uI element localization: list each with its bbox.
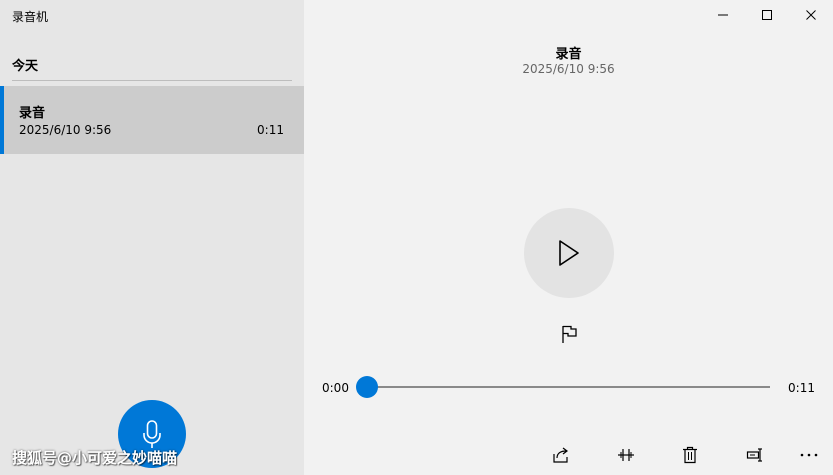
minimize-button[interactable]	[701, 0, 745, 30]
play-button[interactable]	[524, 208, 614, 298]
trim-button[interactable]	[615, 444, 637, 466]
trim-icon	[618, 449, 634, 461]
rename-button[interactable]	[744, 444, 766, 466]
close-button[interactable]	[789, 0, 833, 30]
microphone-icon	[143, 420, 161, 448]
flag-icon	[562, 325, 577, 343]
watermark-text: 搜狐号@小可爱之妙喵喵	[12, 449, 178, 467]
recording-duration: 0:11	[257, 123, 284, 137]
selection-indicator	[0, 86, 4, 154]
seek-thumb[interactable]	[356, 376, 378, 398]
trash-icon	[683, 446, 697, 464]
app-title: 录音机	[12, 10, 49, 24]
delete-button[interactable]	[679, 444, 701, 466]
total-time: 0:11	[788, 381, 815, 395]
share-icon	[553, 447, 568, 463]
play-icon	[559, 240, 579, 266]
window-controls	[701, 0, 833, 30]
maximize-button[interactable]	[745, 0, 789, 30]
group-divider	[12, 80, 292, 81]
share-button[interactable]	[550, 444, 572, 466]
recording-name: 录音	[19, 106, 46, 121]
maximize-icon	[762, 10, 772, 20]
player-date: 2025/6/10 9:56	[522, 62, 615, 76]
group-header-today: 今天	[12, 59, 39, 74]
add-marker-button[interactable]	[558, 323, 580, 345]
seek-track[interactable]	[366, 386, 770, 388]
more-icon	[800, 453, 818, 457]
more-options-button[interactable]	[798, 444, 820, 466]
recordings-pane: 录音机 今天 录音 2025/6/10 9:56 0:11 搜狐号@小可爱之妙喵…	[0, 0, 304, 475]
player-pane: 录音 2025/6/10 9:56 0:00 0:11	[304, 0, 833, 475]
rename-icon	[746, 448, 762, 462]
player-title: 录音	[555, 47, 582, 62]
current-time: 0:00	[322, 381, 349, 395]
recording-list-item[interactable]: 录音 2025/6/10 9:56 0:11	[0, 86, 304, 154]
recording-date: 2025/6/10 9:56	[19, 123, 112, 137]
minimize-icon	[718, 14, 728, 16]
close-icon	[806, 10, 816, 20]
voice-recorder-window: 录音机 今天 录音 2025/6/10 9:56 0:11 搜狐号@小可爱之妙喵…	[0, 0, 833, 475]
